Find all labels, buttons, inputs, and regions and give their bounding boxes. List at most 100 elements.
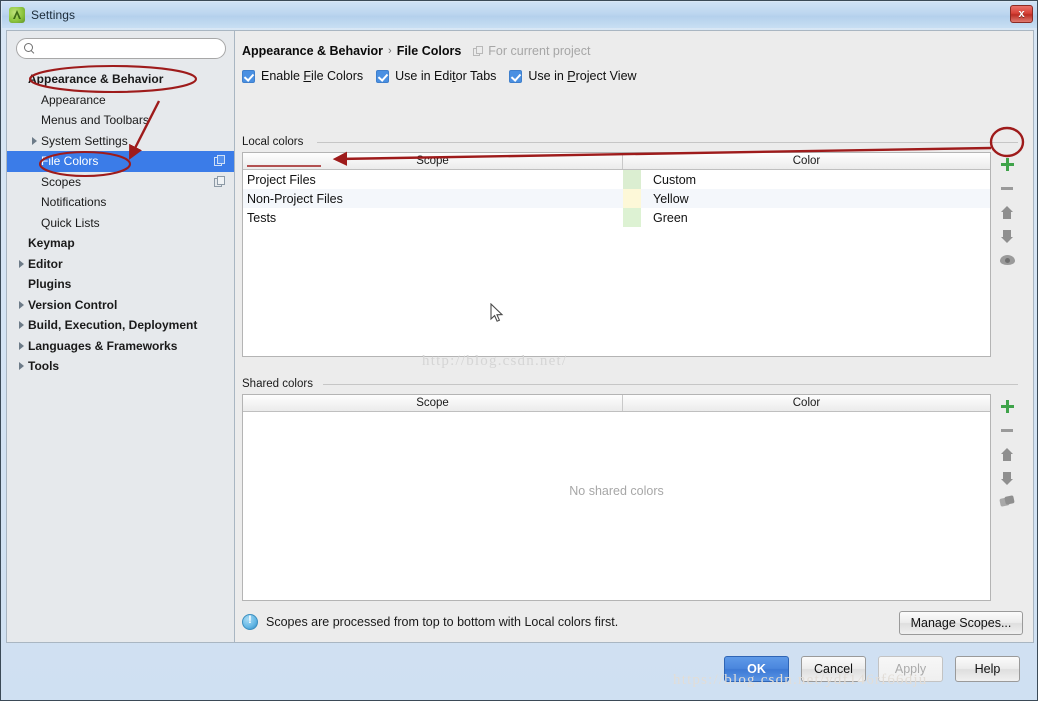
minus-icon xyxy=(1001,428,1013,432)
arrow-up-icon xyxy=(1001,205,1013,219)
chevron-right-icon[interactable] xyxy=(15,301,28,309)
sidebar-item-appearance-behavior[interactable]: Appearance & Behavior xyxy=(7,69,234,90)
cell-color: Yellow xyxy=(623,189,990,208)
sidebar-item-label: Appearance xyxy=(41,92,106,107)
sidebar-item-appearance[interactable]: Appearance xyxy=(7,90,234,111)
color-name-label: Custom xyxy=(653,172,697,187)
checkbox-use-in-project-view[interactable]: Use in Project View xyxy=(509,69,637,83)
plus-icon xyxy=(1000,399,1014,413)
search-input[interactable] xyxy=(40,40,225,57)
info-icon xyxy=(242,614,258,630)
color-swatch xyxy=(623,189,641,208)
share-button[interactable] xyxy=(995,490,1019,514)
breadcrumb-parent[interactable]: Appearance & Behavior xyxy=(242,44,383,58)
add-local-color-button[interactable] xyxy=(995,152,1019,176)
cell-color: Green xyxy=(623,208,990,227)
column-header-color[interactable]: Color xyxy=(623,395,990,411)
plus-icon xyxy=(1000,157,1014,171)
chevron-right-icon[interactable] xyxy=(15,260,28,268)
shared-colors-table[interactable]: Scope Color No shared colors xyxy=(242,394,991,601)
sidebar-item-quick-lists[interactable]: Quick Lists xyxy=(7,213,234,234)
checkbox-enable-file-colors[interactable]: Enable File Colors xyxy=(242,69,363,83)
shared-colors-group-label: Shared colors xyxy=(242,378,318,390)
no-shared-colors-message: No shared colors xyxy=(569,484,664,498)
sidebar-item-build-execution-deployment[interactable]: Build, Execution, Deployment xyxy=(7,315,234,336)
column-header-color[interactable]: Color xyxy=(623,153,990,169)
chevron-right-icon[interactable] xyxy=(15,342,28,350)
sidebar-item-label: Menus and Toolbars xyxy=(41,113,149,128)
sidebar-item-plugins[interactable]: Plugins xyxy=(7,274,234,295)
close-icon[interactable]: x xyxy=(1010,5,1033,23)
sidebar-item-version-control[interactable]: Version Control xyxy=(7,295,234,316)
sidebar-item-label: Version Control xyxy=(28,297,118,312)
color-swatch xyxy=(623,208,641,227)
copy-badge-icon xyxy=(473,45,484,57)
column-header-scope[interactable]: Scope xyxy=(243,395,623,411)
remove-local-color-button[interactable] xyxy=(995,176,1019,200)
arrow-down-icon xyxy=(1001,229,1013,243)
checkbox-indicator[interactable] xyxy=(509,69,523,83)
color-name-label: Yellow xyxy=(653,191,689,206)
cell-color: Custom xyxy=(623,170,990,189)
shared-colors-divider xyxy=(323,384,1018,385)
breadcrumb: Appearance & Behavior › File Colors For … xyxy=(242,44,590,58)
search-icon xyxy=(24,43,35,54)
help-button[interactable]: Help xyxy=(955,656,1020,682)
cell-scope: Tests xyxy=(247,210,277,225)
chevron-right-icon[interactable] xyxy=(15,362,28,370)
remove-shared-color-button[interactable] xyxy=(995,418,1019,442)
share-icon xyxy=(1000,496,1015,508)
local-colors-toolbar xyxy=(993,152,1021,357)
title-bar: Settings x xyxy=(2,2,1037,28)
settings-content: Appearance & Behavior › File Colors For … xyxy=(235,31,1033,642)
shared-colors-rows: No shared colors xyxy=(243,412,990,600)
sidebar-item-editor[interactable]: Editor xyxy=(7,254,234,275)
ok-button[interactable]: OK xyxy=(724,656,789,682)
local-colors-table[interactable]: Scope Color Project Files Custom Non-Proje… xyxy=(242,152,991,357)
search-box[interactable] xyxy=(16,38,226,59)
copy-badge-icon xyxy=(214,155,226,167)
settings-tree: Appearance & Behavior Appearance Menus and… xyxy=(7,69,234,377)
cancel-button[interactable]: Cancel xyxy=(801,656,866,682)
sidebar-item-scopes[interactable]: Scopes xyxy=(7,172,234,193)
scopes-processing-note: Scopes are processed from top to bottom … xyxy=(242,614,618,630)
eye-icon xyxy=(999,255,1015,265)
table-row[interactable]: Non-Project Files Yellow xyxy=(243,189,990,208)
arrow-up-icon xyxy=(1001,447,1013,461)
chevron-right-icon[interactable] xyxy=(15,321,28,329)
sidebar-item-label: Appearance & Behavior xyxy=(28,72,164,87)
move-up-button[interactable] xyxy=(995,200,1019,224)
sidebar-item-file-colors[interactable]: File Colors xyxy=(7,151,234,172)
move-down-button[interactable] xyxy=(995,224,1019,248)
cell-scope: Project Files xyxy=(247,172,316,187)
sidebar-item-tools[interactable]: Tools xyxy=(7,356,234,377)
checkbox-indicator[interactable] xyxy=(242,69,255,83)
add-shared-color-button[interactable] xyxy=(995,394,1019,418)
note-label: Scopes are processed from top to bottom … xyxy=(266,615,619,629)
sidebar-item-notifications[interactable]: Notifications xyxy=(7,192,234,213)
dialog-button-bar: OK Cancel Apply Help xyxy=(6,645,1034,695)
sidebar-item-label: Scopes xyxy=(41,174,82,189)
move-up-button[interactable] xyxy=(995,442,1019,466)
hint-label: For current project xyxy=(488,44,591,58)
settings-window: Settings x Appearance & Behavior Appearan… xyxy=(0,0,1038,701)
move-down-button[interactable] xyxy=(995,466,1019,490)
sidebar-item-label: Plugins xyxy=(28,277,72,292)
sidebar-item-label: Quick Lists xyxy=(41,215,100,230)
table-row[interactable]: Project Files Custom xyxy=(243,170,990,189)
sidebar-item-keymap[interactable]: Keymap xyxy=(7,233,234,254)
manage-scopes-button[interactable]: Manage Scopes... xyxy=(899,611,1023,635)
breadcrumb-separator: › xyxy=(388,45,392,57)
column-header-scope[interactable]: Scope xyxy=(243,153,623,169)
sidebar-item-system-settings[interactable]: System Settings xyxy=(7,131,234,152)
cell-scope: Non-Project Files xyxy=(247,191,343,206)
chevron-right-icon[interactable] xyxy=(28,137,41,145)
toggle-visibility-button[interactable] xyxy=(995,248,1019,272)
sidebar-item-languages-frameworks[interactable]: Languages & Frameworks xyxy=(7,336,234,357)
checkbox-use-in-editor-tabs[interactable]: Use in Editor Tabs xyxy=(376,69,496,83)
checkbox-indicator[interactable] xyxy=(376,69,390,83)
shared-colors-header-row: Scope Color xyxy=(243,395,990,412)
table-row[interactable]: Tests Green xyxy=(243,208,990,227)
sidebar-item-label: File Colors xyxy=(41,154,99,169)
sidebar-item-menus-and-toolbars[interactable]: Menus and Toolbars xyxy=(7,110,234,131)
